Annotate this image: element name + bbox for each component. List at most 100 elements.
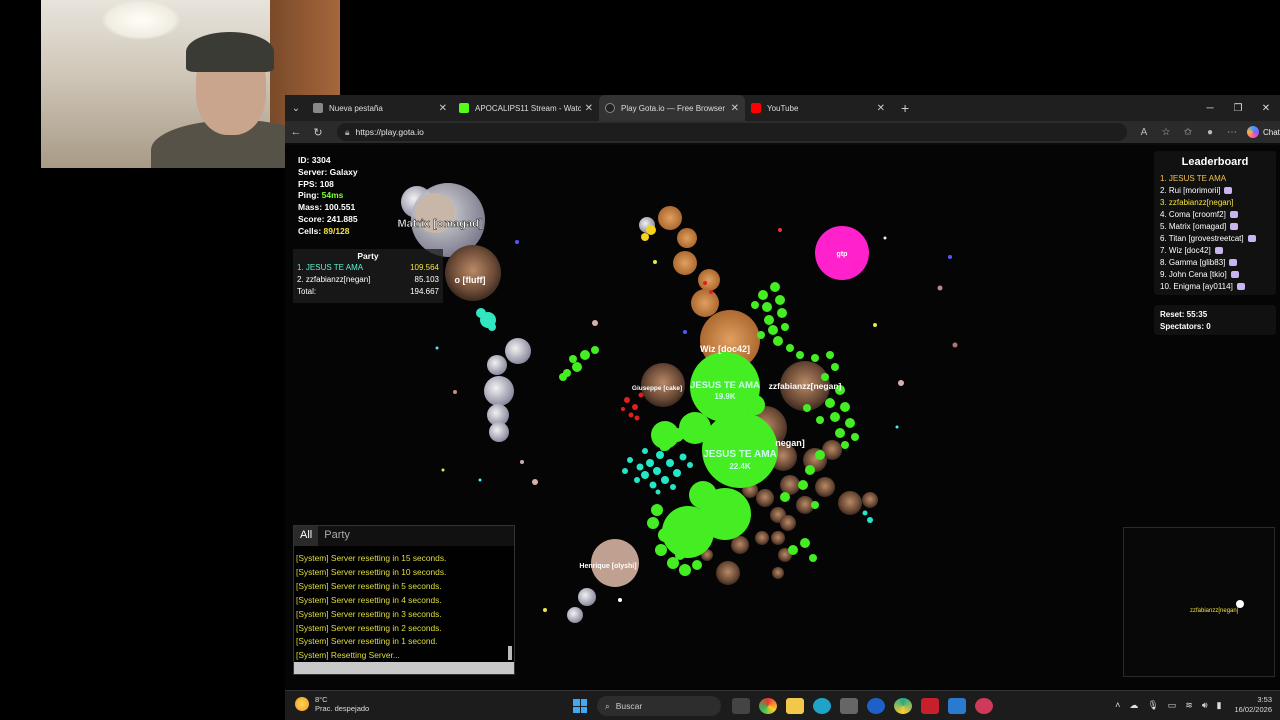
- skin-icon: [1229, 210, 1238, 218]
- screen: ⌄ Nueva pestaña ✕ APOCALIPS11 Stream - W…: [0, 0, 1280, 720]
- battery-icon[interactable]: ▮: [1217, 700, 1222, 711]
- entry-text: 7. Wiz [doc42]: [1160, 245, 1211, 255]
- close-tab-icon[interactable]: ✕: [439, 103, 447, 114]
- chat-message: [System] Server resetting in 1 second.: [296, 636, 438, 647]
- skin-icon: [1214, 246, 1223, 254]
- clock-date: 16/02/2026: [1234, 705, 1272, 714]
- chrome-canary-icon[interactable]: [893, 698, 912, 714]
- chat-message: [System] Server resetting in 4 seconds.: [296, 594, 442, 605]
- windows-start-icon[interactable]: [573, 699, 587, 713]
- game-canvas[interactable]: Matrix [omagad] o [fluff] Wiz [doc42] JE…: [285, 145, 1280, 690]
- address-bar-row: ← ↻ 🔒︎ https://play.gota.io A ☆ ✩ ● ⋯ Ch…: [285, 121, 1280, 143]
- cells-label: Cells:: [298, 225, 324, 236]
- jesus-label-2: JESUS TE AMA: [703, 449, 777, 460]
- negan-label: negan]: [775, 438, 805, 448]
- tab-title: APOCALIPS11 Stream - Watch Live: [475, 103, 581, 113]
- entry-text: 10. Enigma [ay0114]: [1160, 281, 1233, 291]
- copilot-icon: [1247, 126, 1259, 138]
- skin-icon: [1229, 258, 1238, 266]
- stat-score: Score: 241.885: [298, 213, 358, 224]
- entry-text: 2. Rui [morimorii]: [1160, 185, 1221, 195]
- edge-icon[interactable]: [812, 698, 831, 714]
- zzfab-label: zzfabianzz[negan]: [769, 381, 842, 391]
- player-stats: ID: 3304 Server: Galaxy FPS: 108 Ping: 5…: [298, 155, 358, 238]
- leaderboard-entry: 2. Rui [morimorii]: [1154, 184, 1276, 196]
- browser-window: ⌄ Nueva pestaña ✕ APOCALIPS11 Stream - W…: [285, 95, 1280, 690]
- url-text: https://play.gota.io: [355, 127, 424, 137]
- entry-text: 6. Titan [grovestreetcat]: [1160, 233, 1244, 243]
- jesus-mass-1: 19.9K: [714, 392, 736, 401]
- tab-gota[interactable]: Play Gota.io — Free Browser Multi ✕: [599, 95, 745, 121]
- favorites-icon[interactable]: ✩: [1177, 127, 1199, 138]
- mcafee-icon[interactable]: [920, 698, 939, 714]
- chat-message: [System] Server resetting in 5 seconds.: [296, 580, 442, 591]
- party-total-row: Total: 194.667: [293, 285, 443, 297]
- entry-text: 8. Gamma [glib83]: [1160, 257, 1226, 267]
- lock-icon[interactable]: 🔒︎: [345, 127, 350, 138]
- taskbar-search[interactable]: ⌕ Buscar: [597, 696, 721, 716]
- party-row: 2. zzfabianzz[negan] 85.103: [293, 273, 443, 285]
- store-icon[interactable]: [839, 698, 858, 714]
- search-placeholder: Buscar: [615, 701, 643, 711]
- microphone-icon[interactable]: 🎙︎: [1147, 700, 1158, 711]
- chat-input[interactable]: [294, 662, 514, 674]
- tab-bar: ⌄ Nueva pestaña ✕ APOCALIPS11 Stream - W…: [285, 95, 1280, 121]
- favorite-star-icon[interactable]: ☆: [1155, 127, 1177, 138]
- close-tab-icon[interactable]: ✕: [877, 103, 885, 114]
- entry-text: 9. John Cena [tkio]: [1160, 269, 1227, 279]
- task-view-icon[interactable]: [731, 698, 750, 714]
- mail-icon[interactable]: [947, 698, 966, 714]
- tab-title: Nueva pestaña: [329, 103, 383, 113]
- maximize-icon[interactable]: ❐: [1224, 95, 1252, 121]
- stat-cells: Cells: 89/128: [298, 226, 358, 238]
- chrome-icon[interactable]: [758, 698, 777, 714]
- refresh-icon[interactable]: ↻: [307, 121, 329, 143]
- entry-text: 3. zzfabianzz[negan]: [1160, 197, 1234, 207]
- chat-tab-all[interactable]: All: [294, 526, 319, 546]
- chat-message: [System] Server resetting in 10 seconds.: [296, 566, 447, 577]
- chat-scrollbar[interactable]: [508, 646, 512, 660]
- window-controls: ─ ❐ ✕: [1196, 95, 1280, 121]
- copilot-chat-button[interactable]: Chat: [1247, 126, 1280, 138]
- party-member-mass: 109.564: [410, 262, 439, 272]
- volume-icon[interactable]: 🔊︎: [1202, 700, 1208, 711]
- tab-kick-stream[interactable]: APOCALIPS11 Stream - Watch Live ✕: [453, 95, 599, 121]
- party-total-label: Total:: [297, 286, 317, 296]
- stat-fps: FPS: 108: [298, 178, 334, 189]
- address-bar[interactable]: 🔒︎ https://play.gota.io: [337, 123, 1127, 141]
- leaderboard-entry: 5. Matrix [omagad]: [1154, 220, 1276, 232]
- stat-id: ID: 3304: [298, 155, 331, 165]
- jesus-mass-2: 22.4K: [729, 462, 751, 471]
- back-icon[interactable]: ←: [285, 121, 307, 143]
- more-icon[interactable]: ⋯: [1221, 127, 1243, 138]
- device-icon[interactable]: ▭: [1168, 700, 1177, 711]
- tab-new-tab[interactable]: Nueva pestaña ✕: [307, 95, 453, 121]
- close-tab-icon[interactable]: ✕: [731, 103, 739, 114]
- chat-messages: [System] Server resetting in 15 seconds.…: [296, 552, 508, 662]
- read-aloud-icon[interactable]: A: [1133, 127, 1155, 138]
- minimize-icon[interactable]: ─: [1196, 95, 1224, 121]
- minimap-player-name: zzfabianzz[negan]: [1190, 608, 1239, 614]
- entry-text: 5. Matrix [omagad]: [1160, 221, 1227, 231]
- tab-youtube[interactable]: YouTube ✕: [745, 95, 891, 121]
- clock[interactable]: 3:53 16/02/2026: [1234, 695, 1272, 715]
- taskbar-apps: ⌕ Buscar: [573, 696, 997, 716]
- search-icon: ⌕: [605, 700, 610, 711]
- new-tab-button[interactable]: +: [891, 100, 919, 116]
- tab-actions-icon[interactable]: ⌄: [285, 95, 307, 121]
- hp-icon[interactable]: [866, 698, 885, 714]
- leaderboard-entry: 1. JESUS TE AMA: [1154, 172, 1276, 184]
- chevron-up-icon[interactable]: ˄: [1115, 700, 1120, 710]
- app-icon[interactable]: [974, 698, 993, 714]
- chat-tab-party[interactable]: Party: [318, 526, 356, 546]
- profile-icon[interactable]: ●: [1199, 127, 1221, 138]
- chat-message: [System] Resetting Server...: [296, 650, 400, 661]
- close-tab-icon[interactable]: ✕: [585, 103, 593, 114]
- wifi-icon[interactable]: ≋: [1185, 700, 1193, 711]
- close-window-icon[interactable]: ✕: [1252, 95, 1280, 121]
- cloud-icon[interactable]: ☁: [1129, 700, 1138, 711]
- chat-message: [System] Server resetting in 15 seconds.: [296, 553, 447, 563]
- file-explorer-icon[interactable]: [785, 698, 804, 714]
- weather-widget[interactable]: 8°C Prac. despejado: [295, 695, 369, 713]
- page-icon: [313, 103, 323, 113]
